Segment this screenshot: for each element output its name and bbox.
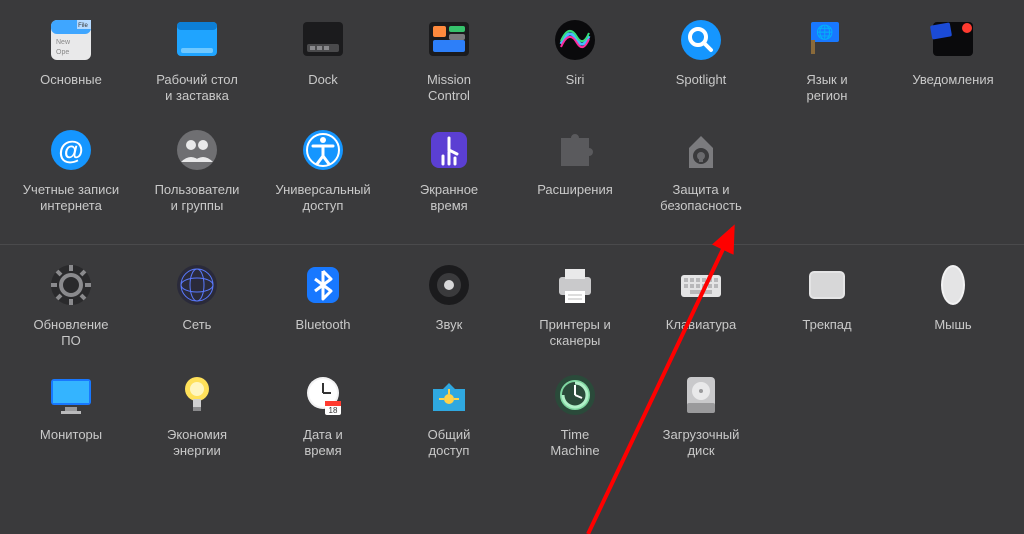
pref-label: Мониторы [40, 427, 102, 443]
pref-label: Экономия энергии [167, 427, 227, 459]
pref-label: Принтеры и сканеры [539, 317, 611, 349]
pref-item-printers[interactable]: Принтеры и сканеры [512, 259, 638, 369]
svg-text:File: File [78, 23, 88, 29]
bluetooth-icon [297, 259, 349, 311]
notifications-icon [927, 14, 979, 66]
pref-item-energy[interactable]: Экономия энергии [134, 369, 260, 479]
pref-label: Универсальный доступ [275, 182, 370, 214]
pref-label: Рабочий стол и заставка [156, 72, 238, 104]
keyboard-icon [675, 259, 727, 311]
pref-label: Язык и регион [806, 72, 847, 104]
pref-item-network[interactable]: Сеть [134, 259, 260, 369]
pref-label: Защита и безопасность [660, 182, 742, 214]
pref-item-dock[interactable]: Dock [260, 14, 386, 124]
pref-label: Звук [436, 317, 463, 333]
pref-label: Мышь [934, 317, 971, 333]
pref-item-time-machine[interactable]: Time Machine [512, 369, 638, 479]
prefs-section-bottom: Обновление ПО Сеть Bluetooth Звук Принте… [0, 245, 1024, 489]
pref-label: Трекпад [802, 317, 851, 333]
svg-text:@: @ [58, 135, 83, 165]
pref-item-date-time[interactable]: 18 Дата и время [260, 369, 386, 479]
pref-label: Загрузочный диск [663, 427, 740, 459]
pref-item-mouse[interactable]: Мышь [890, 259, 1016, 369]
gear-icon [45, 259, 97, 311]
svg-text:Ope: Ope [56, 49, 69, 56]
printer-icon [549, 259, 601, 311]
pref-item-language-region[interactable]: 🌐 Язык и регион [764, 14, 890, 124]
pref-item-software-update[interactable]: Обновление ПО [8, 259, 134, 369]
siri-icon [549, 14, 601, 66]
accessibility-icon [297, 124, 349, 176]
pref-label: Уведомления [912, 72, 993, 88]
pref-item-extensions[interactable]: Расширения [512, 124, 638, 234]
spotlight-icon [675, 14, 727, 66]
pref-label: Обновление ПО [33, 317, 108, 349]
pref-label: Учетные записи интернета [23, 182, 119, 214]
prefs-section-top: File New Ope Основные Рабочий стол и заст… [0, 0, 1024, 244]
mission-control-icon [423, 14, 475, 66]
system-preferences-panel: File New Ope Основные Рабочий стол и заст… [0, 0, 1024, 489]
display-icon [45, 369, 97, 421]
pref-label: Dock [308, 72, 338, 88]
pref-item-sound[interactable]: Звук [386, 259, 512, 369]
pref-item-spotlight[interactable]: Spotlight [638, 14, 764, 124]
pref-label: Клавиатура [666, 317, 736, 333]
svg-text:New: New [56, 39, 71, 46]
pref-item-siri[interactable]: Siri [512, 14, 638, 124]
general-icon: File New Ope [45, 14, 97, 66]
pref-item-notifications[interactable]: Уведомления [890, 14, 1016, 124]
pref-label: Siri [566, 72, 585, 88]
users-icon [171, 124, 223, 176]
pref-item-bluetooth[interactable]: Bluetooth [260, 259, 386, 369]
mouse-icon [927, 259, 979, 311]
pref-item-screen-time[interactable]: Экранное время [386, 124, 512, 234]
pref-item-users-groups[interactable]: Пользователи и группы [134, 124, 260, 234]
pref-label: Экранное время [420, 182, 478, 214]
pref-label: Расширения [537, 182, 613, 198]
svg-text:🌐: 🌐 [816, 24, 833, 41]
pref-item-sharing[interactable]: Общий доступ [386, 369, 512, 479]
security-icon [675, 124, 727, 176]
pref-item-security[interactable]: Защита и безопасность [638, 124, 764, 234]
bulb-icon [171, 369, 223, 421]
pref-item-displays[interactable]: Мониторы [8, 369, 134, 479]
pref-label: Time Machine [550, 427, 599, 459]
sound-icon [423, 259, 475, 311]
clock-icon: 18 [297, 369, 349, 421]
dock-icon [297, 14, 349, 66]
puzzle-icon [549, 124, 601, 176]
trackpad-icon [801, 259, 853, 311]
pref-label: Общий доступ [428, 427, 471, 459]
screentime-icon [423, 124, 475, 176]
pref-label: Пользователи и группы [155, 182, 240, 214]
pref-label: Сеть [183, 317, 212, 333]
pref-label: Bluetooth [296, 317, 351, 333]
pref-item-mission-control[interactable]: Mission Control [386, 14, 512, 124]
timemachine-icon [549, 369, 601, 421]
pref-item-trackpad[interactable]: Трекпад [764, 259, 890, 369]
pref-label: Основные [40, 72, 102, 88]
pref-label: Дата и время [303, 427, 343, 459]
pref-item-accessibility[interactable]: Универсальный доступ [260, 124, 386, 234]
network-icon [171, 259, 223, 311]
disk-icon [675, 369, 727, 421]
pref-item-internet-accounts[interactable]: @ Учетные записи интернета [8, 124, 134, 234]
sharing-icon [423, 369, 475, 421]
pref-label: Mission Control [427, 72, 471, 104]
at-icon: @ [45, 124, 97, 176]
pref-item-general[interactable]: File New Ope Основные [8, 14, 134, 124]
pref-item-startup-disk[interactable]: Загрузочный диск [638, 369, 764, 479]
pref-item-keyboard[interactable]: Клавиатура [638, 259, 764, 369]
svg-text:18: 18 [329, 406, 338, 415]
language-icon: 🌐 [801, 14, 853, 66]
pref-item-desktop[interactable]: Рабочий стол и заставка [134, 14, 260, 124]
desktop-icon [171, 14, 223, 66]
pref-label: Spotlight [676, 72, 727, 88]
